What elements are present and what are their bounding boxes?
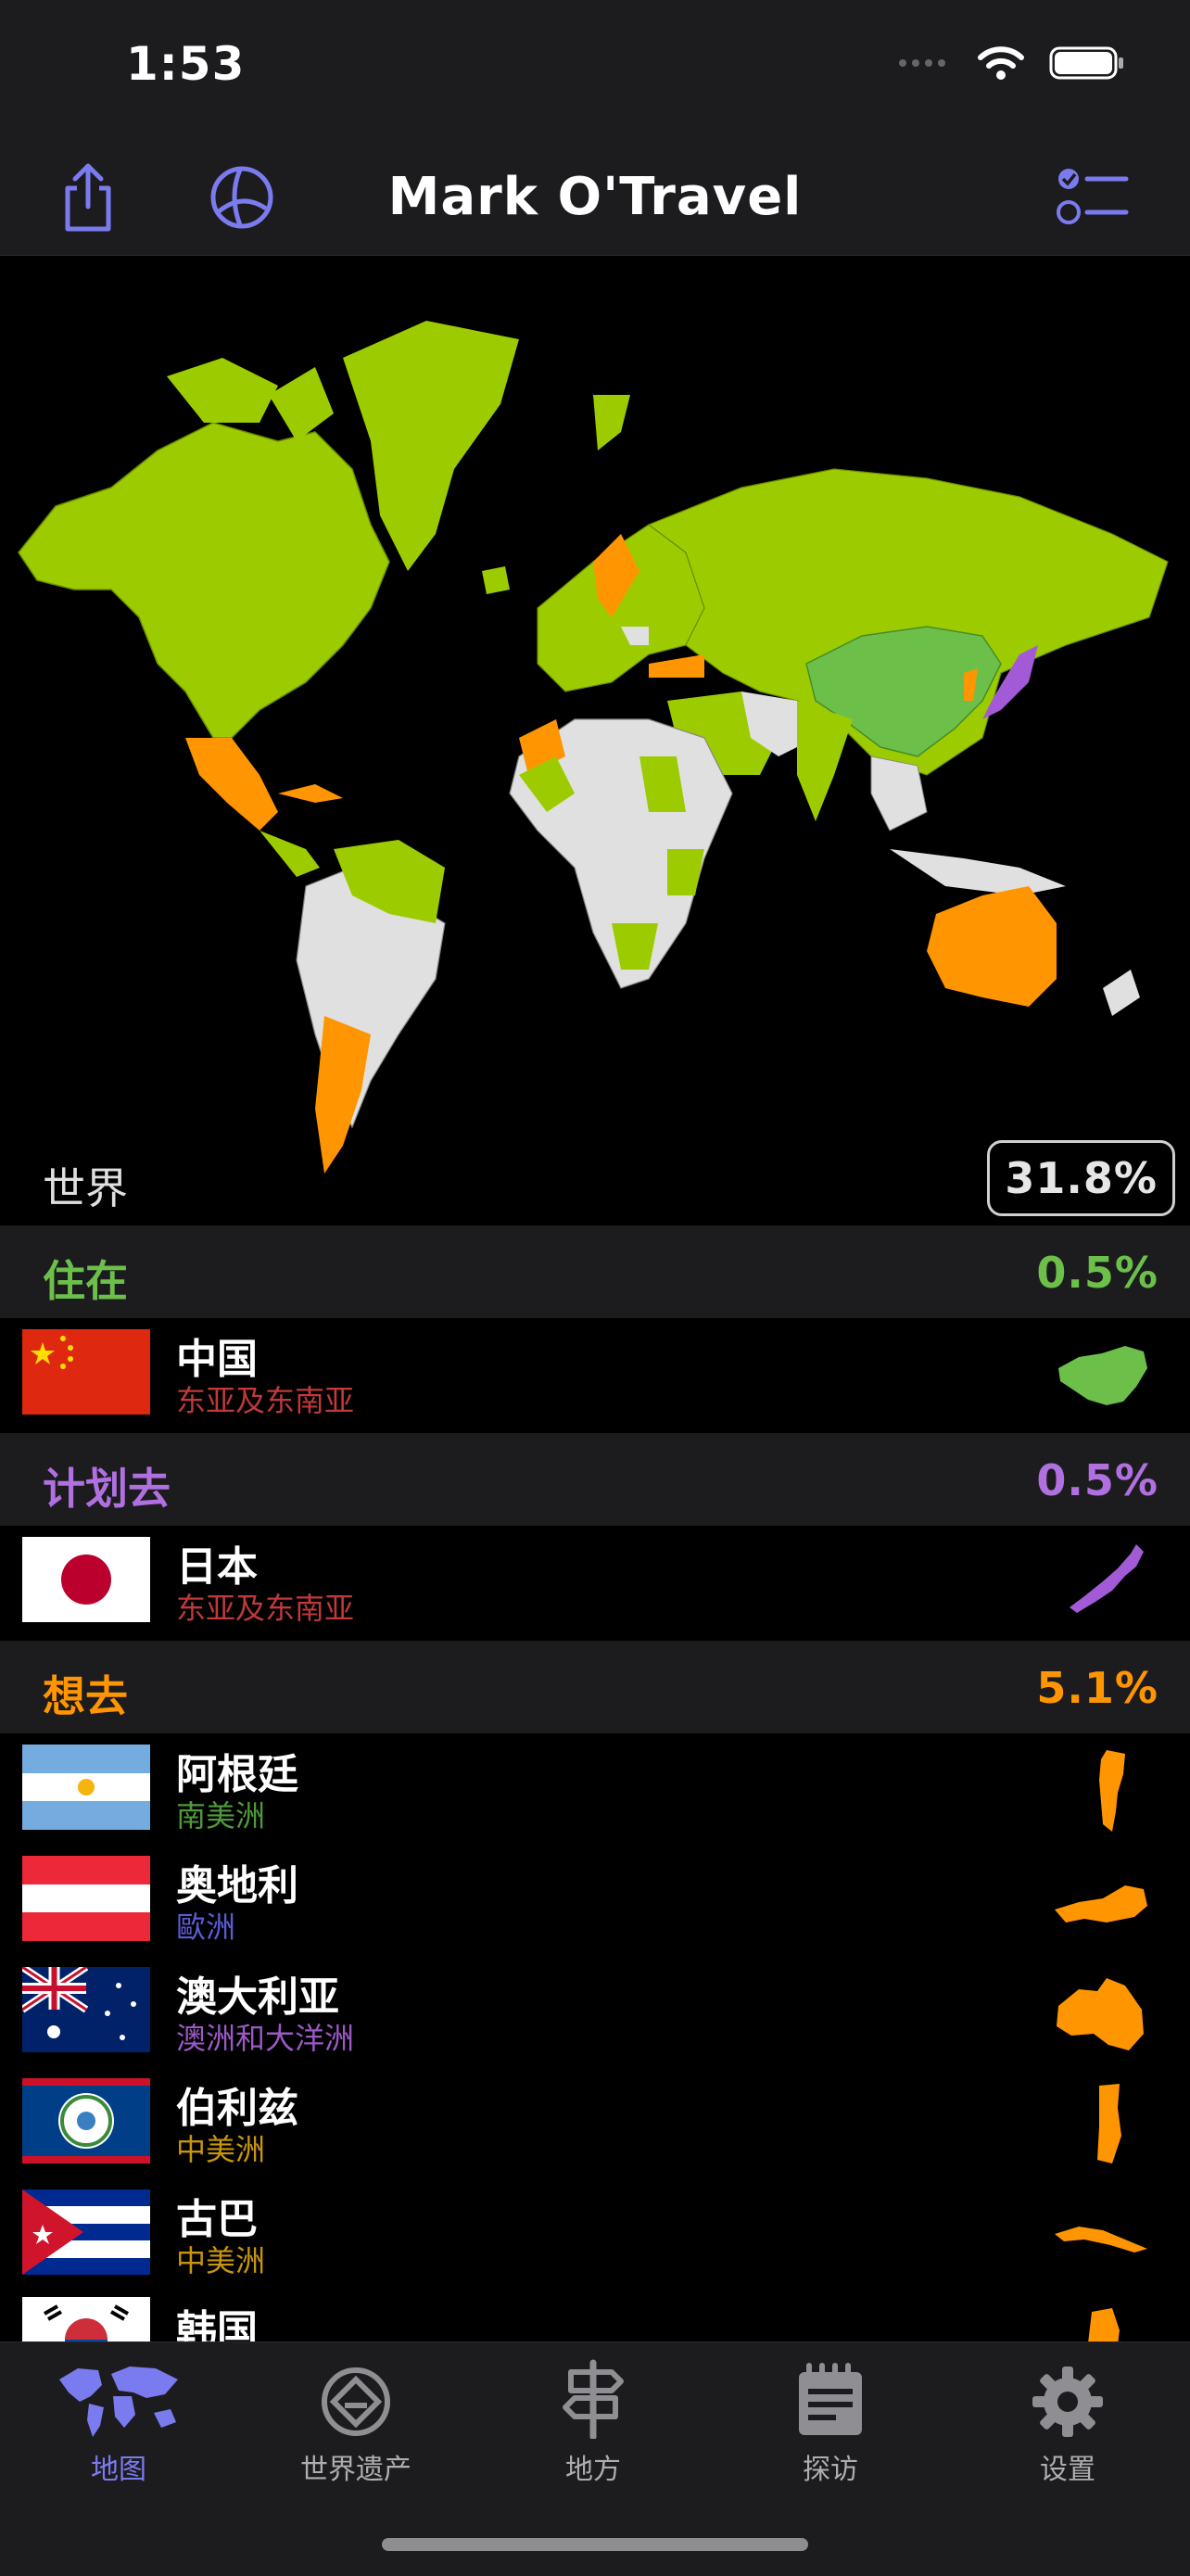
world-label: 世界: [43, 1163, 128, 1213]
country-row-argentina[interactable]: 阿根廷 南美洲: [0, 1735, 1190, 1846]
world-summary: 世界 31.8%: [0, 1131, 1190, 1224]
checklist-icon: [1057, 169, 1129, 224]
tab-settings[interactable]: 设置: [975, 2357, 1160, 2487]
tab-map[interactable]: 地图: [26, 2357, 211, 2487]
status-icons: [897, 44, 1125, 82]
tab-heritage[interactable]: 世界遗产: [263, 2357, 449, 2487]
signpost-icon: [563, 2359, 624, 2439]
tab-settings-label: 设置: [1040, 2454, 1095, 2486]
japan-flag-icon: [22, 1537, 150, 1622]
country-region: 东亚及东南亚: [176, 1383, 355, 1418]
wifi-icon: [978, 46, 1024, 80]
australia-flag-icon: [22, 1967, 150, 2052]
section-header-planned: 计划去 0.5%: [0, 1433, 1190, 1526]
section-label-want: 想去: [43, 1671, 128, 1721]
belize-flag-icon: [22, 2078, 150, 2164]
country-name: 阿根廷: [176, 1751, 298, 1798]
mexico-region[interactable]: [185, 738, 278, 831]
country-name: 奥地利: [176, 1862, 298, 1910]
checklist-button[interactable]: [1051, 156, 1134, 239]
tab-places-label: 地方: [565, 2454, 621, 2486]
section-percent-want: 5.1%: [1036, 1663, 1158, 1713]
country-row-australia[interactable]: 澳大利亚 澳洲和大洋洲: [0, 1958, 1190, 2069]
cuba-flag-icon: [22, 2189, 150, 2275]
country-row-japan[interactable]: 日本 东亚及东南亚: [0, 1528, 1190, 1639]
cuba-shape-icon: [1055, 2227, 1147, 2252]
belize-shape-icon: [1097, 2084, 1121, 2164]
cuba-region[interactable]: [278, 784, 343, 803]
page-title: Mark O'Travel: [387, 167, 803, 227]
country-region: 中美洲: [176, 2243, 266, 2278]
country-region: 南美洲: [176, 1798, 266, 1834]
country-row-austria[interactable]: 奥地利 歐洲: [0, 1846, 1190, 1958]
status-time: 1:53: [126, 37, 246, 91]
world-map[interactable]: [0, 256, 1190, 1224]
korea-shape-icon: [1088, 2308, 1120, 2341]
navigation-bar: Mark O'Travel: [0, 139, 1190, 256]
section-percent-lived: 0.5%: [1036, 1248, 1158, 1298]
country-region: 澳洲和大洋洲: [176, 2021, 355, 2056]
signal-icon: [899, 59, 945, 67]
section-label-lived: 住在: [43, 1256, 128, 1306]
argentina-flag-icon: [22, 1745, 150, 1830]
tab-places[interactable]: 地方: [500, 2357, 686, 2487]
section-percent-planned: 0.5%: [1036, 1455, 1158, 1505]
tab-heritage-label: 世界遗产: [300, 2454, 411, 2486]
gear-icon: [1032, 2367, 1103, 2437]
austria-shape-icon: [1055, 1885, 1147, 1922]
country-name: 韩国: [176, 2307, 258, 2341]
china-shape-icon: [1058, 1346, 1147, 1405]
country-region: 中美洲: [176, 2132, 266, 2167]
country-name: 伯利兹: [176, 2085, 298, 2132]
austria-flag-icon: [22, 1856, 150, 1941]
section-header-lived: 住在 0.5%: [0, 1225, 1190, 1318]
home-indicator[interactable]: [382, 2538, 808, 2551]
country-row-china[interactable]: 中国 东亚及东南亚: [0, 1320, 1190, 1431]
japan-shape-icon: [1070, 1544, 1144, 1613]
notepad-icon: [799, 2363, 862, 2435]
australia-region[interactable]: [927, 886, 1057, 1007]
country-name: 日本: [176, 1543, 258, 1591]
section-label-planned: 计划去: [43, 1464, 171, 1514]
battery-icon: [1049, 46, 1123, 80]
australia-shape-icon: [1057, 1978, 1144, 2050]
korea-flag-icon: [22, 2297, 150, 2341]
country-row-belize[interactable]: 伯利兹 中美洲: [0, 2069, 1190, 2180]
heritage-icon: [322, 2367, 390, 2436]
country-name: 澳大利亚: [176, 1973, 339, 2021]
tab-visits[interactable]: 探访: [738, 2357, 923, 2487]
country-name: 古巴: [176, 2196, 258, 2243]
country-name: 中国: [176, 1336, 258, 1383]
tab-visits-label: 探访: [803, 2454, 858, 2486]
china-flag-icon: [22, 1329, 150, 1415]
north-america-region[interactable]: [18, 422, 390, 739]
country-region: 东亚及东南亚: [176, 1591, 355, 1626]
world-percent-badge[interactable]: 31.8%: [987, 1140, 1175, 1216]
tab-map-label: 地图: [91, 2454, 146, 2486]
section-header-want: 想去 5.1%: [0, 1641, 1190, 1733]
country-region: 歐洲: [176, 1910, 236, 1945]
country-row-cuba[interactable]: 古巴 中美洲: [0, 2180, 1190, 2291]
world-map-graphic: [18, 321, 1169, 1174]
country-row-korea[interactable]: 韩国: [0, 2291, 1190, 2341]
world-map-icon: [59, 2367, 178, 2437]
status-bar: 1:53: [0, 0, 1190, 139]
argentina-shape-icon: [1099, 1750, 1125, 1832]
